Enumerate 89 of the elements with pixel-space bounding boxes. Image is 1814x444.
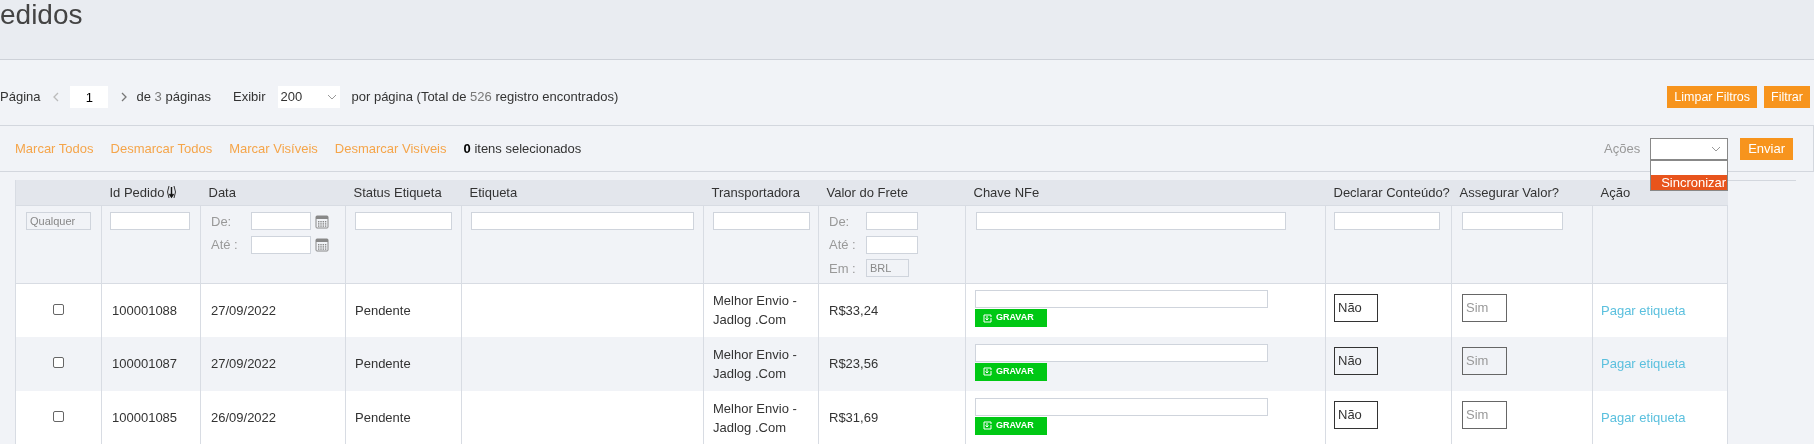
filter-field[interactable] [251, 212, 311, 231]
show-label: Exibir [233, 88, 266, 107]
insure-field[interactable]: Sim [1462, 401, 1507, 429]
previous-page-icon[interactable] [52, 92, 61, 102]
column-header[interactable]: Data [208, 182, 236, 202]
save-icon [983, 367, 992, 376]
column-header[interactable]: Etiqueta [469, 182, 518, 202]
declare-field[interactable]: Não [1334, 293, 1378, 322]
order-id-cell: 100001088 [112, 302, 178, 318]
save-icon [983, 421, 992, 430]
send-button[interactable]: Enviar [1740, 137, 1793, 160]
column-header[interactable]: Transportadora [711, 182, 800, 202]
freight-cell: R$33,24 [829, 302, 879, 318]
page-field[interactable]: 1 [70, 86, 109, 108]
row-checkbox[interactable] [53, 357, 64, 369]
bulk-select-link[interactable]: Marcar Todos [15, 138, 94, 159]
save-button[interactable]: GRAVAR [975, 362, 1047, 381]
next-page-icon[interactable] [120, 92, 129, 102]
filter-button[interactable]: Limpar Filtros [1667, 86, 1758, 108]
column-header[interactable]: Declarar Conteúdo? [1333, 182, 1450, 202]
date-cell: 26/09/2022 [211, 410, 277, 426]
filter-field[interactable] [471, 212, 694, 231]
declare-field[interactable]: Não [1334, 401, 1378, 429]
selected-count-text: 0 itens selecionados [463, 139, 582, 158]
carrier-cell-text: Melhor Envio - Jadlog .Com [713, 292, 798, 330]
save-button[interactable]: GRAVAR [975, 309, 1047, 327]
sort-descending-icon [166, 185, 178, 200]
filter-field[interactable] [713, 212, 810, 231]
chevron-down-icon [1711, 145, 1722, 152]
declare-field[interactable]: Não [1334, 347, 1378, 375]
pay-label-link[interactable]: Pagar etiqueta [1601, 410, 1686, 426]
order-id-cell: 100001087 [112, 356, 178, 372]
row-checkbox[interactable] [53, 411, 64, 423]
dropdown-option[interactable]: Sincronizar [1651, 174, 1728, 190]
column-header[interactable]: Valor do Frete [826, 182, 908, 202]
filter-field[interactable] [110, 212, 190, 231]
page-label: Página [0, 88, 41, 107]
nfe-key-field[interactable] [975, 343, 1268, 362]
actions-label: Ações [1604, 139, 1641, 158]
carrier-cell-text: Melhor Envio - Jadlog .Com [713, 346, 798, 383]
per-page-select[interactable]: 200 [277, 86, 340, 108]
status-cell: Pendente [355, 410, 411, 426]
filter-button[interactable]: Filtrar [1764, 86, 1810, 108]
filter-field[interactable] [866, 212, 918, 231]
column-header[interactable]: Assegurar Valor? [1459, 182, 1559, 202]
filter-field[interactable] [866, 235, 918, 254]
value-from-label: De: [829, 212, 851, 231]
order-id-cell: 100001085 [112, 410, 178, 426]
status-cell: Pendente [355, 356, 411, 372]
save-button[interactable]: GRAVAR [975, 416, 1047, 435]
date-to-label: Até : [211, 236, 239, 254]
column-header[interactable]: Status Etiqueta [353, 182, 442, 202]
pay-label-link[interactable]: Pagar etiqueta [1601, 302, 1686, 318]
save-icon [983, 313, 992, 323]
filter-field[interactable] [1334, 212, 1440, 231]
filter-field[interactable] [1462, 212, 1563, 231]
select-filter[interactable]: Qualquer [26, 211, 91, 230]
date-cell: 27/09/2022 [211, 356, 277, 372]
actions-select[interactable] [1650, 137, 1729, 160]
currency-label: Em : [829, 259, 857, 278]
insure-field[interactable]: Sim [1462, 347, 1507, 375]
column-header[interactable]: Ação [1600, 182, 1631, 202]
currency-field[interactable]: BRL [866, 259, 909, 278]
bulk-select-link[interactable]: Desmarcar Todos [110, 138, 213, 159]
calendar-icon[interactable] [315, 237, 329, 253]
bulk-select-link[interactable]: Marcar Visíveis [229, 138, 318, 159]
calendar-icon[interactable] [315, 213, 329, 229]
total-text: por página (Total de 526 registro encontrados) [351, 88, 619, 107]
pay-label-link[interactable]: Pagar etiqueta [1601, 356, 1686, 372]
column-header[interactable]: Id Pedido [109, 182, 178, 202]
chevron-down-icon [326, 94, 337, 100]
column-header[interactable]: Chave NFe [973, 182, 1040, 202]
date-cell: 27/09/2022 [211, 302, 277, 318]
date-from-label: De: [211, 212, 233, 231]
carrier-cell-text: Melhor Envio - Jadlog .Com [713, 400, 798, 437]
row-checkbox[interactable] [53, 303, 64, 315]
bulk-select-link[interactable]: Desmarcar Visíveis [334, 138, 447, 159]
nfe-key-field[interactable] [975, 397, 1268, 416]
value-to-label: Até : [829, 236, 857, 254]
filter-field[interactable] [355, 212, 452, 231]
freight-cell: R$23,56 [829, 356, 879, 372]
insure-field[interactable]: Sim [1462, 293, 1507, 322]
nfe-key-field[interactable] [975, 290, 1268, 309]
freight-cell: R$31,69 [829, 410, 879, 426]
filter-field[interactable] [251, 235, 311, 254]
page-title: edidos [0, 0, 83, 30]
page-count-text: de 3 páginas [136, 88, 211, 107]
filter-field[interactable] [976, 212, 1286, 231]
status-cell: Pendente [355, 302, 411, 318]
